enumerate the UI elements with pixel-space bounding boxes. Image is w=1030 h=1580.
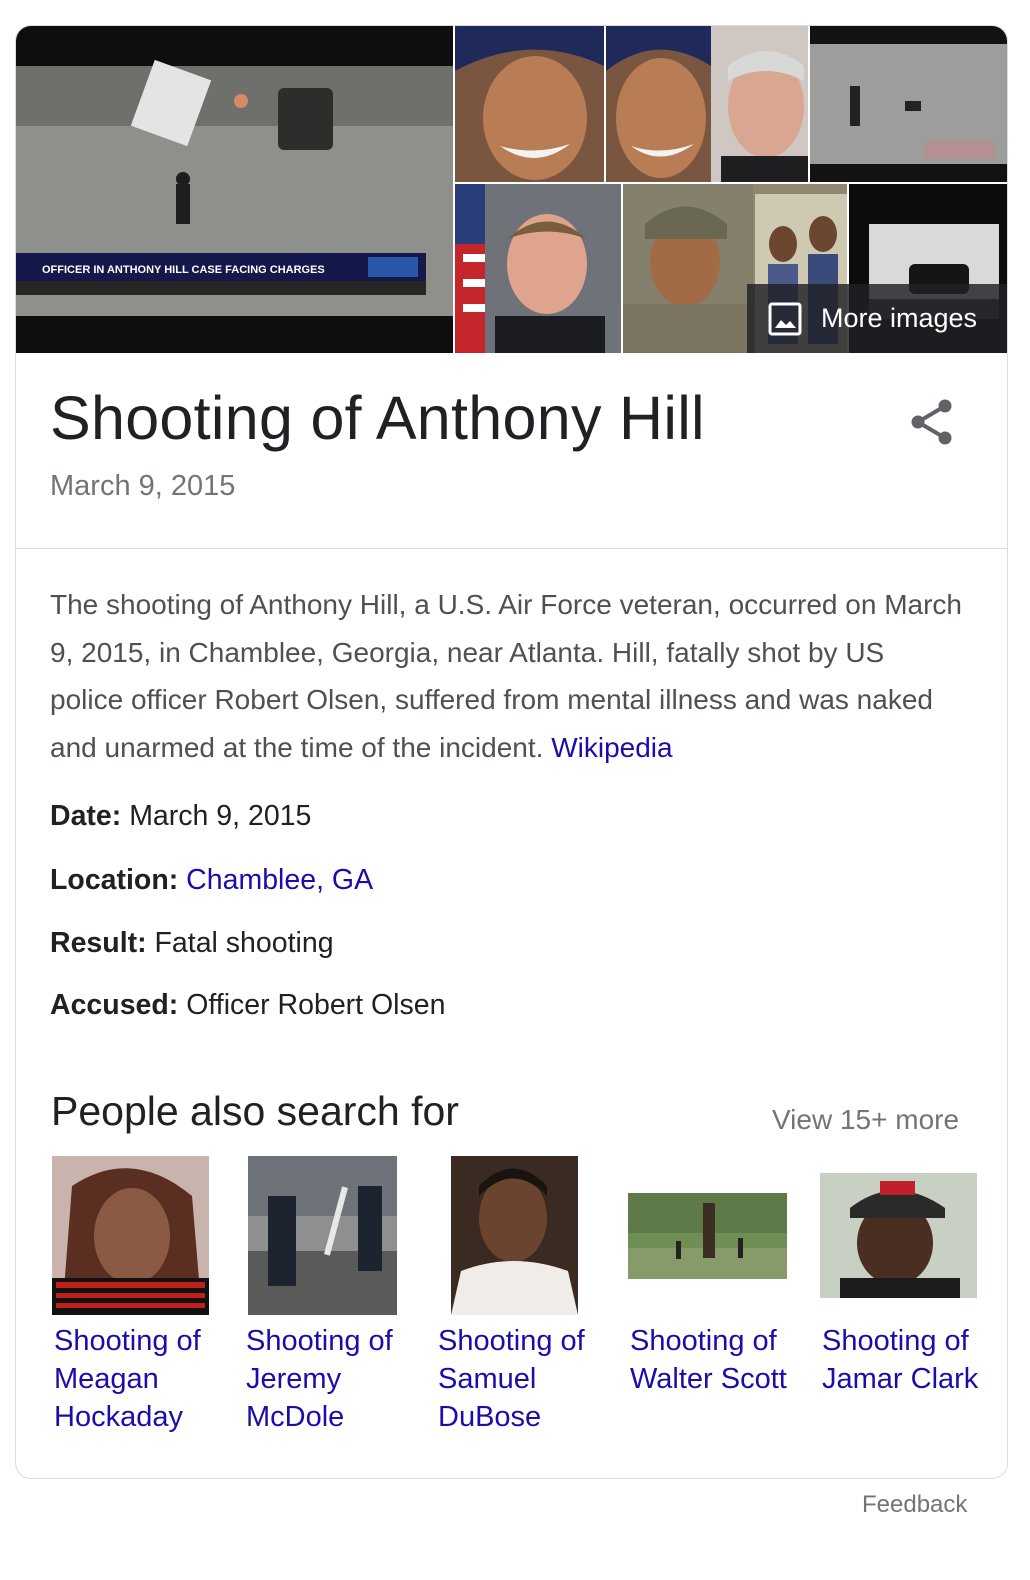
section-divider: [16, 548, 1007, 549]
feedback-link[interactable]: Feedback: [862, 1491, 967, 1519]
pasf-thumbnail: [451, 1156, 578, 1315]
officer-portrait-photo: [455, 184, 621, 353]
fact-label: Date:: [50, 800, 122, 832]
description-text: The shooting of Anthony Hill, a U.S. Air…: [50, 589, 962, 763]
fact-value: Fatal shooting: [154, 927, 334, 959]
gallery-image-portrait-2[interactable]: [606, 26, 808, 182]
gallery-image-scene[interactable]: [810, 26, 1007, 182]
pasf-thumbnail: [52, 1156, 209, 1315]
view-more-link[interactable]: View 15+ more: [772, 1104, 959, 1136]
location-link[interactable]: Chamblee, GA: [186, 864, 373, 896]
gallery-image-officer[interactable]: [455, 184, 621, 353]
portrait-thumbnail: [451, 1156, 578, 1315]
entity-title: Shooting of Anthony Hill: [50, 384, 705, 452]
more-images-button[interactable]: More images: [747, 284, 1007, 353]
fact-value: March 9, 2015: [129, 800, 312, 832]
gallery-image-news-aerial[interactable]: OFFICER IN ANTHONY HILL CASE FACING CHAR…: [16, 26, 453, 353]
image-icon: [768, 302, 802, 335]
portrait-thumbnail: [820, 1173, 977, 1298]
pasf-thumbnail: [820, 1173, 977, 1298]
portrait-photo: [606, 26, 808, 182]
portrait-photo: [455, 26, 604, 182]
fact-label: Location:: [50, 864, 179, 896]
news-aerial-photo: OFFICER IN ANTHONY HILL CASE FACING CHAR…: [16, 26, 453, 353]
pasf-label: Shooting of Samuel DuBose: [438, 1325, 585, 1433]
fact-accused: Accused: Officer Robert Olsen: [50, 989, 445, 1022]
fact-label: Accused:: [50, 989, 179, 1021]
pasf-thumbnail: [248, 1156, 397, 1315]
wikipedia-link[interactable]: Wikipedia: [551, 732, 672, 763]
entity-description: The shooting of Anthony Hill, a U.S. Air…: [50, 581, 965, 771]
more-images-label: More images: [821, 303, 978, 333]
portrait-thumbnail: [52, 1156, 209, 1315]
fact-location: Location: Chamblee, GA: [50, 864, 373, 897]
fact-value: Officer Robert Olsen: [186, 989, 446, 1021]
knowledge-panel: OFFICER IN ANTHONY HILL CASE FACING CHAR…: [15, 25, 1008, 1479]
pasf-label: Shooting of Walter Scott: [630, 1325, 787, 1395]
fact-result: Result: Fatal shooting: [50, 927, 334, 960]
pasf-thumbnail: [628, 1193, 787, 1279]
pasf-label: Shooting of Jamar Clark: [822, 1325, 979, 1395]
image-gallery: OFFICER IN ANTHONY HILL CASE FACING CHAR…: [16, 26, 1007, 353]
entity-subtitle: March 9, 2015: [50, 470, 236, 502]
pasf-label: Shooting of Jeremy McDole: [246, 1325, 393, 1433]
news-ticker-text: OFFICER IN ANTHONY HILL CASE FACING CHAR…: [42, 264, 325, 276]
fact-label: Result:: [50, 927, 147, 959]
street-scene-thumbnail: [248, 1156, 397, 1315]
fact-date: Date: March 9, 2015: [50, 800, 311, 833]
people-also-search-title: People also search for: [51, 1088, 459, 1134]
pasf-label: Shooting of Meagan Hockaday: [54, 1325, 201, 1433]
gallery-image-portrait-1[interactable]: [455, 26, 604, 182]
scene-photo: [810, 26, 1007, 182]
field-scene-thumbnail: [628, 1193, 787, 1279]
share-icon[interactable]: [909, 397, 955, 447]
